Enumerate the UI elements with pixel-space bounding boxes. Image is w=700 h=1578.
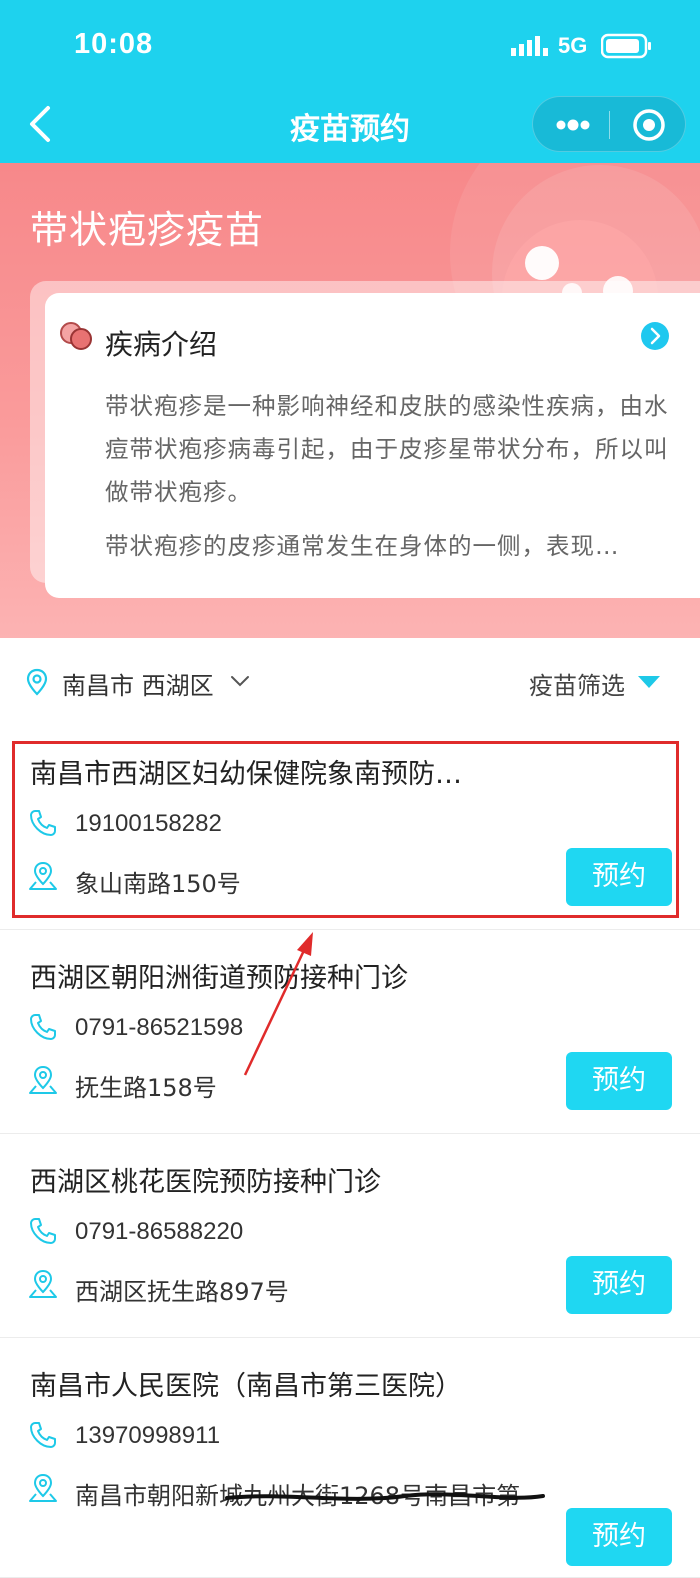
location-pin-icon [26, 668, 48, 696]
clinic-address: 象山南路150号 [75, 870, 241, 898]
top-bar: 10:08 5G 疫苗预约 [0, 0, 700, 163]
signal-icon [511, 36, 548, 56]
capsule-divider [609, 111, 610, 139]
clinic-phone[interactable]: 0791-86521598 [75, 1014, 243, 1042]
status-time: 10:08 [74, 28, 154, 60]
chevron-down-icon[interactable] [230, 674, 250, 688]
intro-paragraph-truncated: 带状疱疹的皮疹通常发生在身体的一侧，表现… [105, 532, 620, 560]
map-pin-icon [29, 1065, 57, 1094]
intro-title: 疾病介绍 [105, 328, 218, 361]
disease-intro-card[interactable]: 疾病介绍 带状疱疹是一种影响神经和皮肤的感染性疾病，由水痘带状疱疹病毒引起，由于… [45, 293, 700, 598]
close-miniapp-icon[interactable] [631, 107, 667, 143]
clinic-phone[interactable]: 19100158282 [75, 810, 222, 838]
caret-down-icon[interactable] [638, 676, 660, 688]
clinic-item[interactable]: 南昌市人民医院（南昌市第三医院） 13970998911 南昌市朝阳新城九州大街… [0, 1338, 700, 1578]
network-type: 5G [558, 33, 588, 58]
battery-icon [601, 33, 651, 59]
vaccine-title: 带状疱疹疫苗 [30, 208, 265, 252]
clinic-item[interactable]: 西湖区桃花医院预防接种门诊 0791-86588220 西湖区抚生路897号 预… [0, 1134, 700, 1338]
phone-icon [30, 810, 56, 836]
book-button[interactable]: 预约 [566, 1052, 672, 1110]
disease-icon [60, 322, 92, 350]
clinic-phone[interactable]: 0791-86588220 [75, 1218, 243, 1246]
book-button[interactable]: 预约 [566, 1508, 672, 1566]
intro-paragraph: 带状疱疹是一种影响神经和皮肤的感染性疾病，由水痘带状疱疹病毒引起，由于皮疹星带状… [105, 392, 669, 506]
map-pin-icon [29, 861, 57, 890]
clinic-name: 西湖区桃花医院预防接种门诊 [30, 1167, 381, 1198]
clinic-name: 南昌市人民医院（南昌市第三医院） [30, 1371, 462, 1402]
vaccine-filter-button[interactable]: 疫苗筛选 [529, 666, 625, 701]
phone-icon [30, 1014, 56, 1040]
clinic-item[interactable]: 南昌市西湖区妇幼保健院象南预防… 19100158282 象山南路150号 预约 [0, 726, 700, 930]
map-pin-icon [29, 1269, 57, 1298]
book-button[interactable]: 预约 [566, 1256, 672, 1314]
chevron-right-icon[interactable] [640, 321, 670, 351]
miniapp-capsule [532, 96, 686, 152]
filter-bar: 南昌市 西湖区 疫苗筛选 [0, 638, 700, 727]
clinic-address: 西湖区抚生路897号 [75, 1278, 289, 1306]
clinic-phone[interactable]: 13970998911 [75, 1422, 220, 1450]
clinic-name: 西湖区朝阳洲街道预防接种门诊 [30, 963, 408, 994]
clinic-name: 南昌市西湖区妇幼保健院象南预防… [30, 759, 462, 790]
phone-icon [30, 1422, 56, 1448]
more-icon[interactable] [553, 113, 593, 137]
map-pin-icon [29, 1473, 57, 1502]
location-selector[interactable]: 南昌市 西湖区 [62, 666, 214, 701]
clinic-address: 南昌市朝阳新城九州大街1268号南昌市第 [75, 1482, 521, 1510]
phone-icon [30, 1218, 56, 1244]
book-button[interactable]: 预约 [566, 848, 672, 906]
clinic-item[interactable]: 西湖区朝阳洲街道预防接种门诊 0791-86521598 抚生路158号 预约 [0, 930, 700, 1134]
clinic-address: 抚生路158号 [75, 1074, 217, 1102]
vaccine-banner: 带状疱疹疫苗 疾病介绍 带状疱疹是一种影响神经和皮肤的感染性疾病，由水痘带状疱疹… [0, 163, 700, 638]
